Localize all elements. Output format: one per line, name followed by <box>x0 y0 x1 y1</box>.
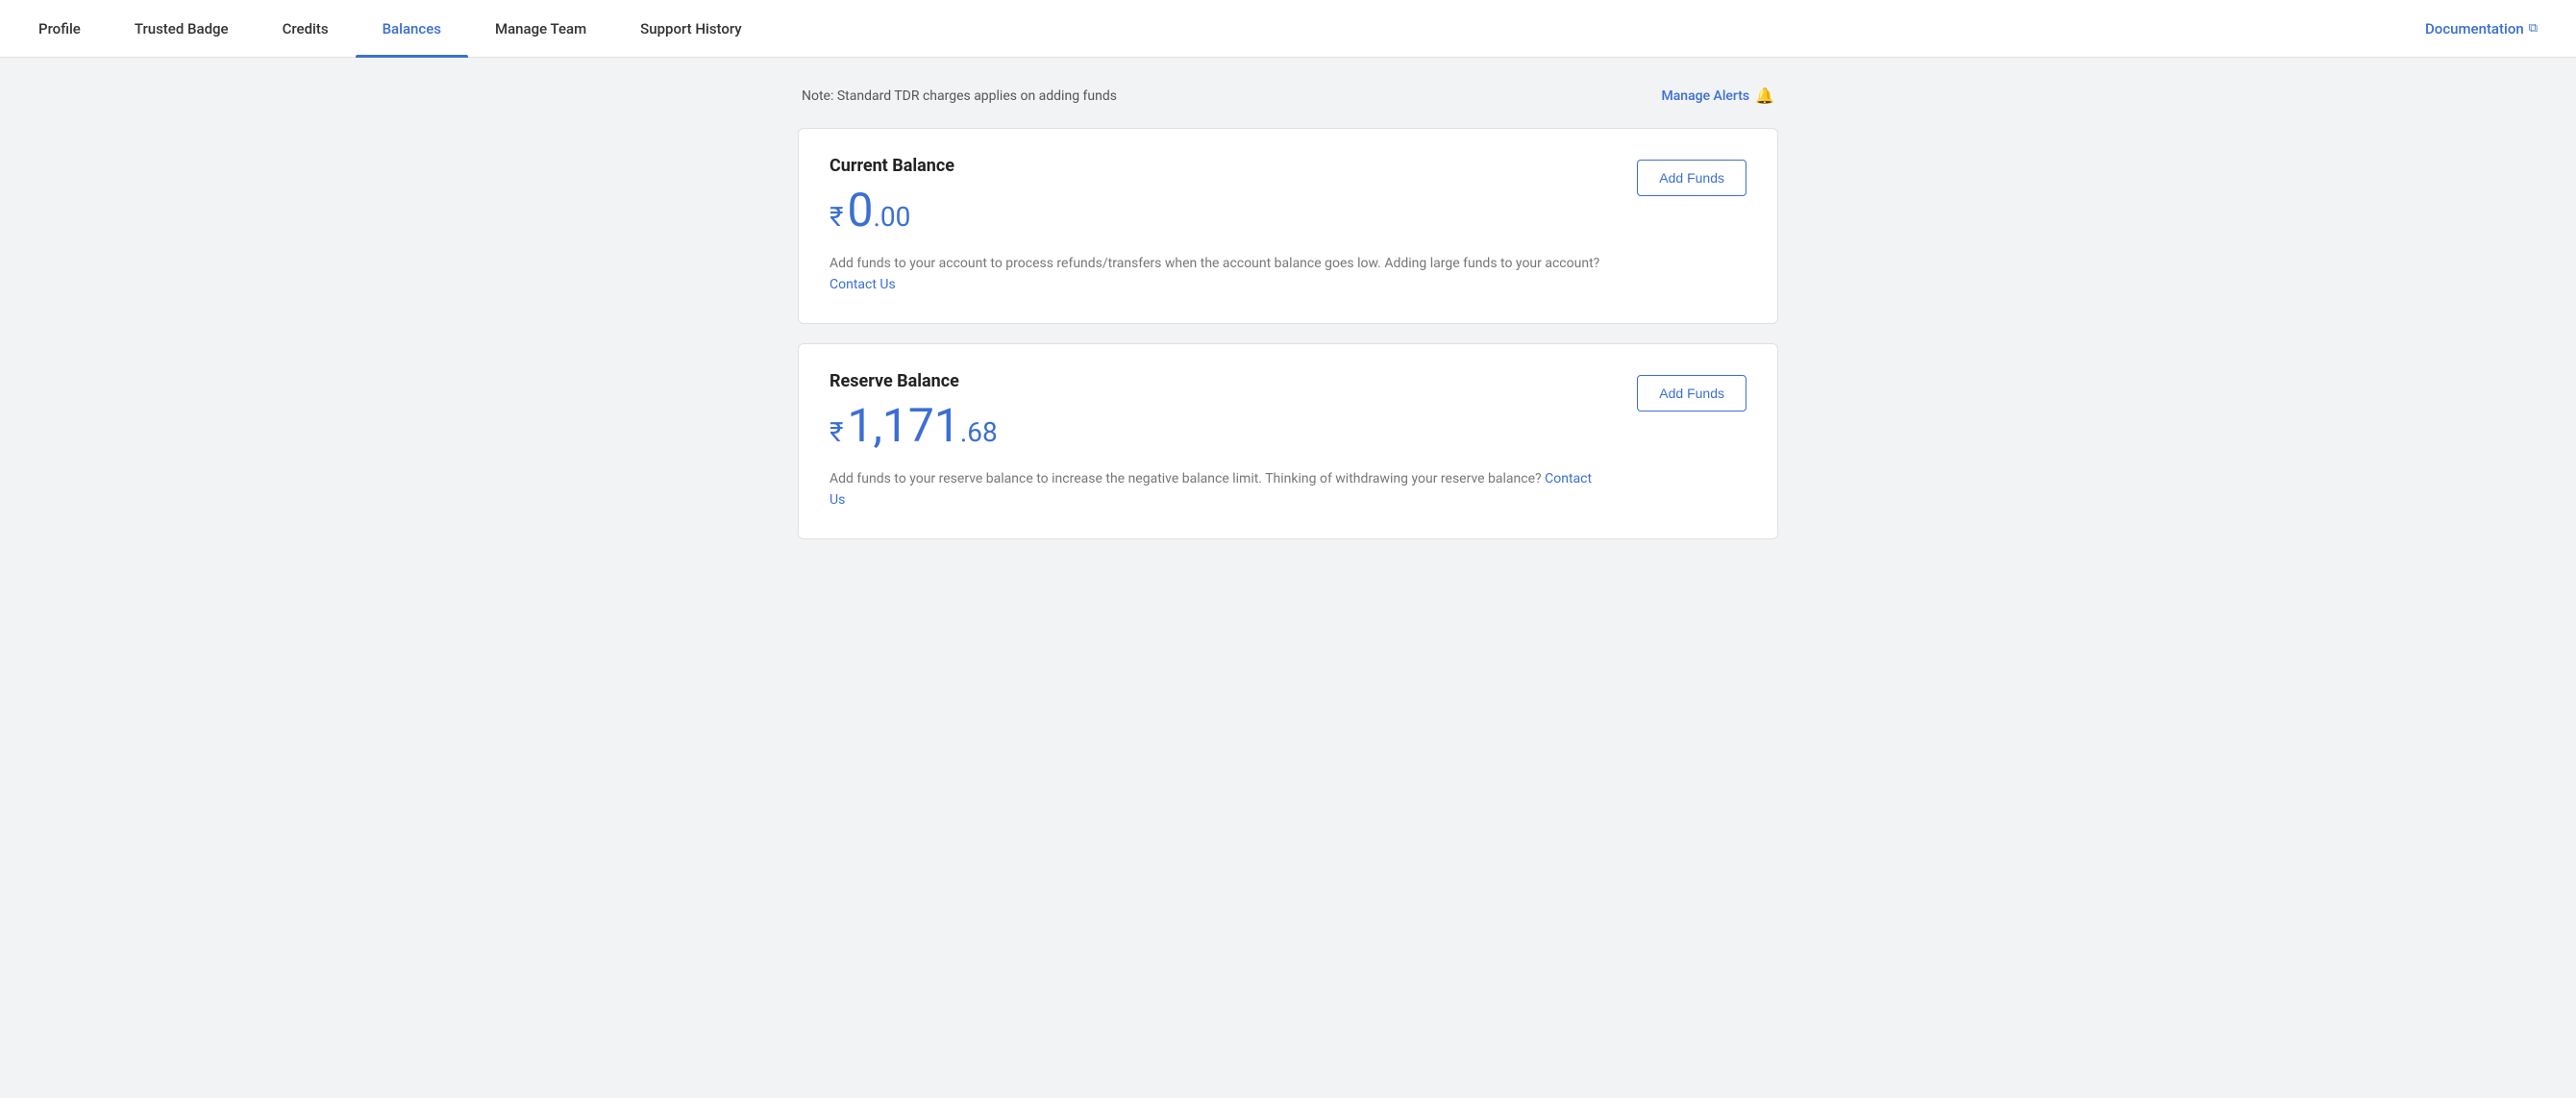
current-balance-left: Current Balance ₹ 0 .00 Add funds to you… <box>830 156 1606 296</box>
note-bar: Note: Standard TDR charges applies on ad… <box>798 87 1778 105</box>
nav-item-manage-team[interactable]: Manage Team <box>468 0 613 58</box>
reserve-balance-currency: ₹ <box>830 416 843 448</box>
current-balance-right: Add Funds <box>1637 156 1746 196</box>
nav-items: Profile Trusted Badge Credits Balances M… <box>38 0 2425 58</box>
current-balance-title: Current Balance <box>830 156 1606 176</box>
navbar: Profile Trusted Badge Credits Balances M… <box>0 0 2576 58</box>
bell-icon: 🔔 <box>1755 87 1774 105</box>
current-balance-main: 0 <box>847 187 873 234</box>
current-balance-contact-link[interactable]: Contact Us <box>830 277 896 292</box>
external-link-icon: ⧉ <box>2529 21 2538 36</box>
nav-item-profile[interactable]: Profile <box>38 0 108 58</box>
reserve-balance-description: Add funds to your reserve balance to inc… <box>830 468 1606 512</box>
main-content: Note: Standard TDR charges applies on ad… <box>759 58 1817 587</box>
nav-right: Documentation ⧉ <box>2425 20 2538 37</box>
note-text: Note: Standard TDR charges applies on ad… <box>802 88 1117 104</box>
reserve-balance-decimal: .68 <box>960 416 998 448</box>
nav-item-balances[interactable]: Balances <box>356 0 468 58</box>
reserve-balance-add-funds-button[interactable]: Add Funds <box>1637 375 1746 412</box>
nav-item-trusted-badge[interactable]: Trusted Badge <box>108 0 256 58</box>
reserve-balance-amount: ₹ 1,171 .68 <box>830 403 1606 449</box>
reserve-balance-main: 1,171 <box>847 403 959 449</box>
documentation-label: Documentation <box>2425 20 2524 37</box>
current-balance-description: Add funds to your account to process ref… <box>830 253 1606 296</box>
current-balance-currency: ₹ <box>830 201 843 233</box>
current-balance-add-funds-button[interactable]: Add Funds <box>1637 160 1746 196</box>
current-balance-card: Current Balance ₹ 0 .00 Add funds to you… <box>798 128 1778 324</box>
manage-alerts-link[interactable]: Manage Alerts 🔔 <box>1662 87 1774 105</box>
current-balance-amount: ₹ 0 .00 <box>830 187 1606 234</box>
manage-alerts-label: Manage Alerts <box>1662 88 1750 104</box>
nav-item-support-history[interactable]: Support History <box>613 0 769 58</box>
reserve-balance-right: Add Funds <box>1637 371 1746 412</box>
reserve-balance-left: Reserve Balance ₹ 1,171 .68 Add funds to… <box>830 371 1606 512</box>
documentation-link[interactable]: Documentation ⧉ <box>2425 20 2538 37</box>
reserve-balance-title: Reserve Balance <box>830 371 1606 391</box>
reserve-balance-card: Reserve Balance ₹ 1,171 .68 Add funds to… <box>798 343 1778 539</box>
reserve-balance-desc-text: Add funds to your reserve balance to inc… <box>830 471 1542 487</box>
current-balance-decimal: .00 <box>873 201 910 233</box>
current-balance-desc-text: Add funds to your account to process ref… <box>830 256 1599 271</box>
nav-item-credits[interactable]: Credits <box>256 0 356 58</box>
